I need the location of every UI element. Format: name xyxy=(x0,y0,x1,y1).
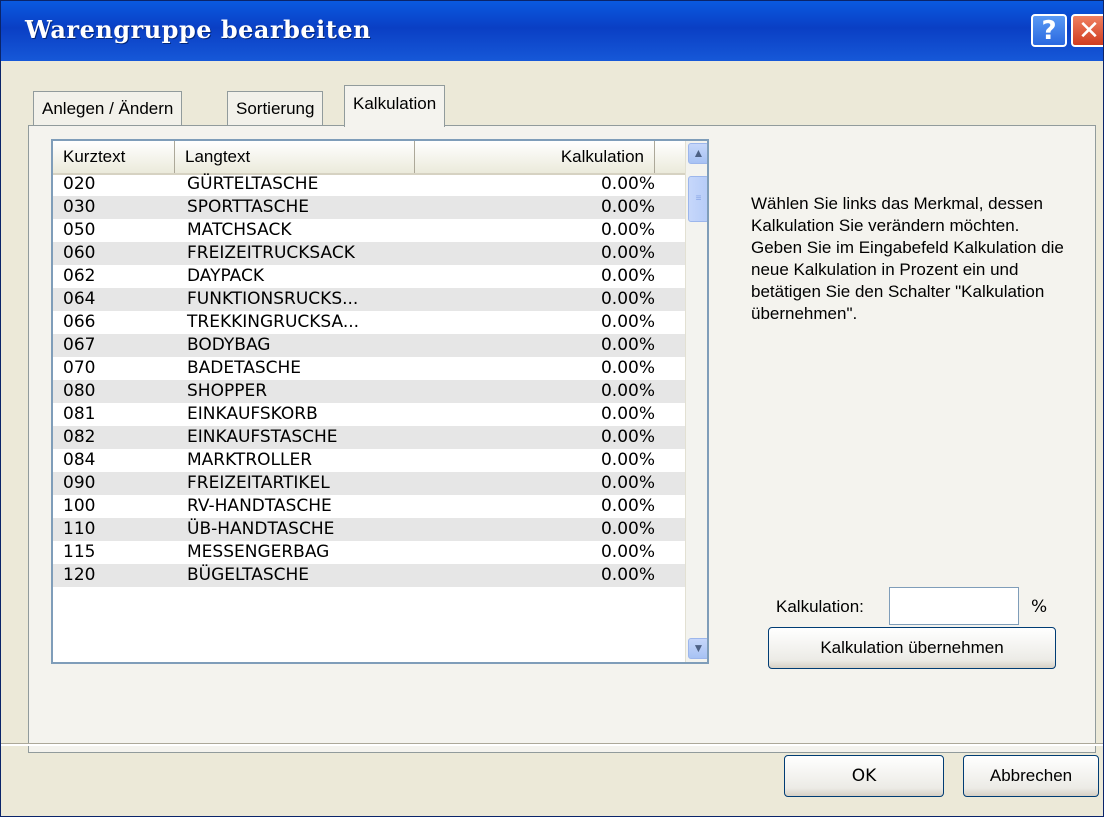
table-row[interactable]: 020 GÜRTELTASCHE 0.00% xyxy=(53,173,685,196)
cell-langtext: SHOPPER xyxy=(187,381,268,401)
kalkulation-table[interactable]: Kurztext Langtext Kalkulation 020 GÜRTELT… xyxy=(51,139,709,664)
cell-kurztext: 062 xyxy=(63,266,96,286)
dialog-window: Warengruppe bearbeiten ? ✕ Anlegen / Änd… xyxy=(0,0,1104,817)
kalkulation-label: Kalkulation: xyxy=(776,597,864,616)
cell-kalkulation: 0.00% xyxy=(600,565,655,585)
cell-kurztext: 115 xyxy=(63,542,96,562)
column-header-langtext[interactable]: Langtext xyxy=(175,141,415,173)
separator xyxy=(1,743,1103,746)
table-row[interactable]: 050 MATCHSACK 0.00% xyxy=(53,219,685,242)
cell-langtext: BODYBAG xyxy=(187,335,271,355)
table-row[interactable]: 120 BÜGELTASCHE 0.00% xyxy=(53,564,685,587)
cell-kurztext: 081 xyxy=(63,404,96,424)
cell-langtext: MARKTROLLER xyxy=(187,450,313,470)
column-header-kalkulation[interactable]: Kalkulation xyxy=(415,141,655,173)
cell-kurztext: 120 xyxy=(63,565,96,585)
table-row[interactable]: 067 BODYBAG 0.00% xyxy=(53,334,685,357)
cell-langtext: BÜGELTASCHE xyxy=(187,565,310,585)
table-row[interactable]: 100 RV-HANDTASCHE 0.00% xyxy=(53,495,685,518)
cell-langtext: FREIZEITARTIKEL xyxy=(187,473,330,493)
column-header-kurztext[interactable]: Kurztext xyxy=(53,141,175,173)
table-header: Kurztext Langtext Kalkulation xyxy=(53,141,685,175)
cell-kalkulation: 0.00% xyxy=(600,174,655,194)
cell-kalkulation: 0.00% xyxy=(600,542,655,562)
tab-anlegen-aendern[interactable]: Anlegen / Ändern xyxy=(33,91,183,125)
cell-kurztext: 066 xyxy=(63,312,96,332)
cell-langtext: GÜRTELTASCHE xyxy=(187,174,319,194)
cell-langtext: MATCHSACK xyxy=(187,220,292,240)
help-text: Wählen Sie links das Merkmal, dessen Kal… xyxy=(751,194,1064,323)
cell-kalkulation: 0.00% xyxy=(600,266,655,286)
table-row[interactable]: 062 DAYPACK 0.00% xyxy=(53,265,685,288)
table-row[interactable]: 064 FUNKTIONSRUCKS... 0.00% xyxy=(53,288,685,311)
cell-kurztext: 050 xyxy=(63,220,96,240)
table-row[interactable]: 110 ÜB-HANDTASCHE 0.00% xyxy=(53,518,685,541)
percent-unit: % xyxy=(1031,597,1048,617)
cell-kurztext: 064 xyxy=(63,289,96,309)
title-bar[interactable]: Warengruppe bearbeiten ? ✕ xyxy=(1,1,1103,61)
cell-langtext: FREIZEITRUCKSACK xyxy=(187,243,355,263)
cell-kurztext: 100 xyxy=(63,496,96,516)
cell-kurztext: 070 xyxy=(63,358,96,378)
cell-kurztext: 090 xyxy=(63,473,96,493)
cell-kurztext: 110 xyxy=(63,519,96,539)
cancel-button[interactable]: Abbrechen xyxy=(963,755,1099,797)
table-row[interactable]: 082 EINKAUFSTASCHE 0.00% xyxy=(53,426,685,449)
scroll-up-icon[interactable]: ▲ xyxy=(688,143,707,164)
help-icon[interactable]: ? xyxy=(1031,14,1067,47)
cell-kalkulation: 0.00% xyxy=(600,335,655,355)
cell-kurztext: 080 xyxy=(63,381,96,401)
cell-kalkulation: 0.00% xyxy=(600,519,655,539)
cell-kurztext: 060 xyxy=(63,243,96,263)
scroll-down-icon[interactable]: ▼ xyxy=(688,638,707,659)
table-row[interactable]: 090 FREIZEITARTIKEL 0.00% xyxy=(53,472,685,495)
table-row[interactable]: 030 SPORTTASCHE 0.00% xyxy=(53,196,685,219)
cell-kalkulation: 0.00% xyxy=(600,473,655,493)
cell-kalkulation: 0.00% xyxy=(600,220,655,240)
vertical-scrollbar[interactable]: ▲ ≡ ▼ xyxy=(685,141,707,662)
table-row[interactable]: 115 MESSENGERBAG 0.00% xyxy=(53,541,685,564)
cell-langtext: DAYPACK xyxy=(187,266,264,286)
cell-langtext: EINKAUFSTASCHE xyxy=(187,427,338,447)
table-body: 020 GÜRTELTASCHE 0.00% 030 SPORTTASCHE 0.00% 0… xyxy=(53,173,685,587)
cell-langtext: SPORTTASCHE xyxy=(187,197,309,217)
tab-sortierung[interactable]: Sortierung xyxy=(227,91,324,125)
cell-langtext: TREKKINGRUCKSA... xyxy=(187,312,360,332)
window-title: Warengruppe bearbeiten xyxy=(25,15,372,44)
cell-kalkulation: 0.00% xyxy=(600,427,655,447)
kalkulation-input[interactable] xyxy=(889,587,1019,625)
cell-langtext: EINKAUFSKORB xyxy=(187,404,318,424)
cell-kalkulation: 0.00% xyxy=(600,197,655,217)
tab-kalkulation[interactable]: Kalkulation xyxy=(344,85,446,127)
cell-langtext: FUNKTIONSRUCKS... xyxy=(187,289,359,309)
cell-kurztext: 020 xyxy=(63,174,96,194)
cell-kurztext: 084 xyxy=(63,450,96,470)
scroll-thumb[interactable]: ≡ xyxy=(688,176,707,222)
close-icon[interactable]: ✕ xyxy=(1071,14,1103,47)
cell-kurztext: 030 xyxy=(63,197,96,217)
cell-kurztext: 082 xyxy=(63,427,96,447)
cell-kalkulation: 0.00% xyxy=(600,450,655,470)
cell-kalkulation: 0.00% xyxy=(600,404,655,424)
kalkulation-uebernehmen-button[interactable]: Kalkulation übernehmen xyxy=(768,627,1056,669)
cell-kalkulation: 0.00% xyxy=(600,289,655,309)
table-row[interactable]: 080 SHOPPER 0.00% xyxy=(53,380,685,403)
cell-kalkulation: 0.00% xyxy=(600,381,655,401)
cell-langtext: RV-HANDTASCHE xyxy=(187,496,332,516)
cell-kurztext: 067 xyxy=(63,335,96,355)
ok-button[interactable]: OK xyxy=(784,755,944,797)
cell-kalkulation: 0.00% xyxy=(600,358,655,378)
cell-langtext: BADETASCHE xyxy=(187,358,302,378)
cell-kalkulation: 0.00% xyxy=(600,496,655,516)
table-row[interactable]: 060 FREIZEITRUCKSACK 0.00% xyxy=(53,242,685,265)
cell-kalkulation: 0.00% xyxy=(600,243,655,263)
table-row[interactable]: 066 TREKKINGRUCKSA... 0.00% xyxy=(53,311,685,334)
table-row[interactable]: 081 EINKAUFSKORB 0.00% xyxy=(53,403,685,426)
cell-langtext: ÜB-HANDTASCHE xyxy=(187,519,335,539)
table-row[interactable]: 070 BADETASCHE 0.00% xyxy=(53,357,685,380)
cell-langtext: MESSENGERBAG xyxy=(187,542,330,562)
table-row[interactable]: 084 MARKTROLLER 0.00% xyxy=(53,449,685,472)
cell-kalkulation: 0.00% xyxy=(600,312,655,332)
